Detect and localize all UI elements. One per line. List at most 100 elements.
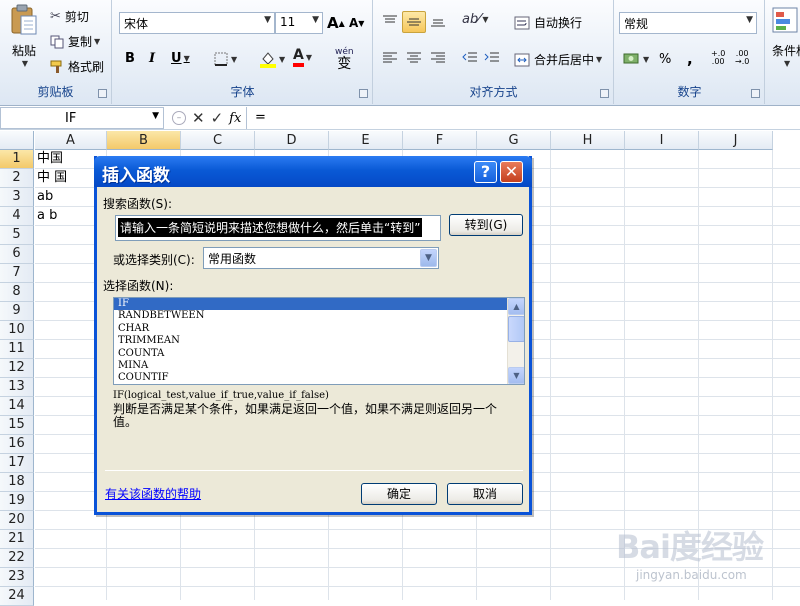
cancel-entry-icon[interactable]: ✕ [192,109,205,127]
increase-indent-button[interactable] [484,51,500,65]
close-icon[interactable]: ✕ [500,161,523,183]
currency-button[interactable]: ▼ [623,52,649,66]
row-header-5[interactable]: 5 [0,226,34,245]
chevron-down-icon[interactable]: ▼ [420,249,437,267]
cell-A2[interactable]: 中 国 [35,169,67,188]
insert-function-icon[interactable]: fx [229,111,241,126]
copy-button[interactable]: 复制 ▼ [50,33,100,50]
column-header-c[interactable]: C [181,131,255,150]
row-header-2[interactable]: 2 [0,169,34,188]
paste-button[interactable]: 粘贴 ▼ [6,4,42,74]
comma-button[interactable]: , [687,50,693,68]
more-icon[interactable]: – [172,111,186,125]
ok-button[interactable]: 确定 [361,483,437,505]
font-launcher[interactable] [359,89,368,98]
function-list-item[interactable]: COUNTA [114,348,524,360]
italic-button[interactable]: I [149,51,155,66]
row-header-16[interactable]: 16 [0,435,34,454]
decrease-indent-button[interactable] [462,51,478,65]
underline-button[interactable]: U ▼ [171,51,190,66]
column-header-h[interactable]: H [551,131,625,150]
function-list-item[interactable]: RANDBETWEEN [114,310,524,322]
number-format-select[interactable]: 常规 ▼ [619,12,757,34]
row-header-12[interactable]: 12 [0,359,34,378]
row-header-4[interactable]: 4 [0,207,34,226]
function-list-item[interactable]: CHAR [114,323,524,335]
column-header-e[interactable]: E [329,131,403,150]
row-header-14[interactable]: 14 [0,397,34,416]
percent-button[interactable]: % [659,52,671,67]
row-header-20[interactable]: 20 [0,511,34,530]
cell-A4[interactable]: a b [35,207,57,226]
row-header-3[interactable]: 3 [0,188,34,207]
align-left-button[interactable] [382,51,398,65]
align-top-button[interactable] [382,14,398,28]
grow-font-button[interactable]: A ▲ [327,14,345,32]
function-list-scrollbar[interactable]: ▲ ▼ [507,298,524,384]
scroll-down-icon[interactable]: ▼ [508,367,524,384]
function-list[interactable]: IF RANDBETWEEN CHAR TRIMMEAN COUNTA MINA COUNT… [113,297,525,385]
shrink-font-button[interactable]: A ▼ [349,16,364,30]
font-size-select[interactable]: 11 ▼ [275,12,323,34]
formula-input[interactable]: = [246,107,800,129]
align-bottom-button[interactable] [430,14,446,28]
increase-decimal-button[interactable]: +.0.00 [711,50,725,66]
decrease-decimal-button[interactable]: .00 →.0 [735,50,749,66]
cut-button[interactable]: ✂ 剪切 [50,8,89,25]
row-header-9[interactable]: 9 [0,302,34,321]
row-header-1[interactable]: 1 [0,150,34,169]
bold-button[interactable]: B [125,51,135,66]
font-name-select[interactable]: 宋体 ▼ [119,12,275,34]
row-header-11[interactable]: 11 [0,340,34,359]
cell-A1[interactable]: 中国 [35,150,63,169]
align-right-button[interactable] [430,51,446,65]
dialog-titlebar[interactable]: 插入函数 ? ✕ [94,156,532,187]
column-header-a[interactable]: A [35,131,107,150]
format-painter-button[interactable]: 格式刷 [50,58,104,75]
function-help-link[interactable]: 有关该函数的帮助 [105,485,201,502]
row-header-13[interactable]: 13 [0,378,34,397]
alignment-launcher[interactable] [600,89,609,98]
align-center-button[interactable] [406,51,422,65]
orientation-button[interactable]: ab⁄ ▼ [462,12,489,27]
row-header-18[interactable]: 18 [0,473,34,492]
clipboard-launcher[interactable] [98,89,107,98]
column-header-d[interactable]: D [255,131,329,150]
row-header-23[interactable]: 23 [0,568,34,587]
merge-center-button[interactable]: 合并后居中 ▼ [514,51,602,68]
help-icon[interactable]: ? [474,161,497,183]
number-launcher[interactable] [751,89,760,98]
row-header-6[interactable]: 6 [0,245,34,264]
row-header-22[interactable]: 22 [0,549,34,568]
font-color-button[interactable]: A ▼ [293,48,312,67]
row-header-8[interactable]: 8 [0,283,34,302]
column-header-f[interactable]: F [403,131,477,150]
phonetic-button[interactable]: wén 变 [335,46,354,71]
column-header-j[interactable]: J [699,131,773,150]
wrap-text-button[interactable]: 自动换行 [514,14,582,31]
row-header-15[interactable]: 15 [0,416,34,435]
border-button[interactable]: ▼ [213,51,237,67]
confirm-entry-icon[interactable]: ✓ [211,109,224,127]
fill-color-button[interactable]: ▼ [259,50,285,68]
category-select[interactable]: 常用函数 ▼ [203,247,439,269]
row-header-7[interactable]: 7 [0,264,34,283]
scroll-thumb[interactable] [508,316,524,342]
function-list-item[interactable]: COUNTIF [114,372,524,384]
go-button[interactable]: 转到(G) [449,214,523,236]
align-middle-button[interactable] [402,11,426,33]
name-box[interactable]: IF ▼ [0,107,164,129]
column-header-g[interactable]: G [477,131,551,150]
row-header-24[interactable]: 24 [0,587,34,606]
row-header-17[interactable]: 17 [0,454,34,473]
function-list-item[interactable]: TRIMMEAN [114,335,524,347]
scroll-up-icon[interactable]: ▲ [508,298,524,315]
select-all-corner[interactable] [0,131,34,150]
row-header-10[interactable]: 10 [0,321,34,340]
search-input[interactable]: 请输入一条简短说明来描述您想做什么，然后单击“转到” [115,215,441,241]
row-header-21[interactable]: 21 [0,530,34,549]
column-header-i[interactable]: I [625,131,699,150]
row-header-19[interactable]: 19 [0,492,34,511]
cell-A3[interactable]: ab [35,188,53,207]
column-header-b[interactable]: B [107,131,181,150]
